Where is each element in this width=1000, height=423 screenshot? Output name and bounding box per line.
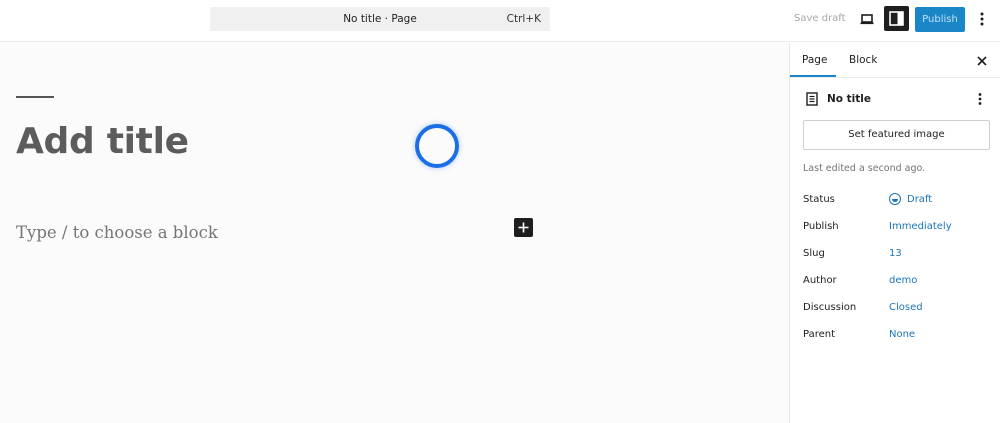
set-featured-image-button[interactable]: Set featured image [803,120,990,150]
page-icon [804,91,820,107]
parent-value[interactable]: None [889,329,915,340]
close-icon[interactable] [975,53,989,67]
discussion-label: Discussion [803,302,857,313]
save-draft-button[interactable]: Save draft [794,13,846,24]
tab-block[interactable]: Block [849,54,877,66]
status-label: Status [803,194,835,205]
draft-status-icon [889,193,901,205]
more-vertical-icon[interactable] [976,9,988,29]
discussion-value[interactable]: Closed [889,302,923,313]
block-placeholder[interactable]: Type / to choose a block [16,223,218,242]
shortcut-hint: Ctrl+K [506,13,541,25]
editor-header: No title · Page Ctrl+K Save draft Publis… [0,0,1000,42]
command-palette-button[interactable]: No title · Page Ctrl+K [210,7,550,31]
slug-value[interactable]: 13 [889,248,902,259]
plus-icon[interactable] [514,218,533,237]
sidebar-toggle-icon[interactable] [884,6,909,31]
publish-button[interactable]: Publish [915,7,965,32]
publish-label: Publish [803,221,839,232]
title-input[interactable]: Add title [16,121,189,162]
tab-page[interactable]: Page [802,54,827,66]
parent-label: Parent [803,329,836,340]
settings-sidebar: Page Block No title Set featured image L… [789,43,1000,423]
last-edited-text: Last edited a second ago. [803,163,926,174]
author-value[interactable]: demo [889,275,917,286]
author-label: Author [803,275,837,286]
sidebar-tabs: Page Block [790,43,1000,78]
status-value[interactable]: Draft [907,194,932,205]
title-separator [16,96,54,98]
publish-value[interactable]: Immediately [889,221,952,232]
document-summary-title: No title [827,93,872,105]
laptop-icon[interactable] [858,10,876,28]
spinner-icon [415,124,459,168]
slug-label: Slug [803,248,825,259]
editor-canvas: Add title Type / to choose a block [0,43,789,423]
active-tab-indicator [790,75,836,77]
document-title: No title · Page [343,13,417,25]
more-vertical-icon[interactable] [975,91,985,107]
